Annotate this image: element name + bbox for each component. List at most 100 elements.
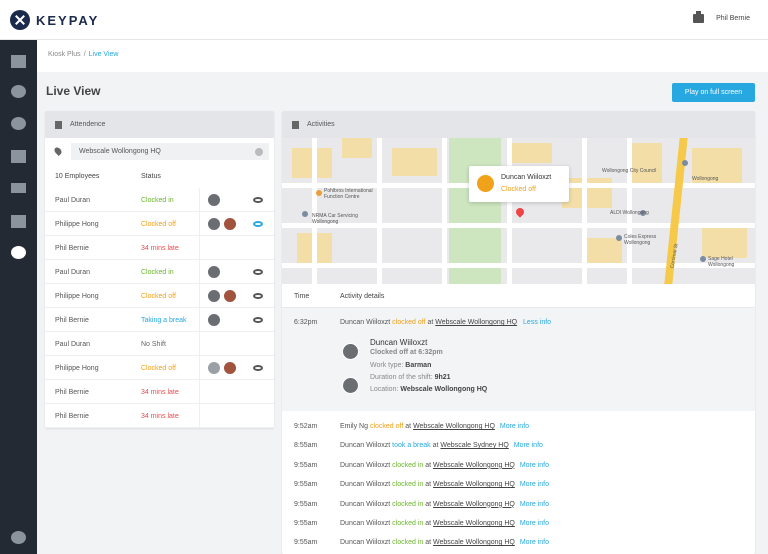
play-fullscreen-button[interactable]: Play on full screen: [672, 83, 755, 102]
activity-action: clocked off: [392, 319, 426, 326]
activity-location-link[interactable]: Webscale Wollongong HQ: [413, 423, 495, 430]
activity-time: 9:55am: [294, 539, 318, 547]
activity-time: 9:52am: [294, 423, 318, 430]
map-label-sage-hotel: Sage Hotel Wollongong: [708, 256, 735, 268]
location-search-input[interactable]: Webscale Wollongong HQ: [71, 143, 269, 160]
employee-name: Paul Duran: [55, 197, 91, 204]
activities-panel: Activities Pohlbros International Functi…: [282, 111, 755, 554]
location-label: Location:: [370, 386, 399, 393]
avatar: [207, 313, 221, 327]
table-row[interactable]: Paul Duran Clocked in: [45, 260, 274, 284]
more-info-link[interactable]: More info: [514, 442, 543, 449]
info-icon[interactable]: [11, 246, 26, 259]
employee-name: Paul Duran: [55, 269, 91, 276]
status-badge: 34 mins late: [141, 413, 179, 420]
more-info-link[interactable]: More info: [520, 462, 549, 469]
popup-status: Clocked off: [501, 186, 536, 193]
activity-time: 9:55am: [294, 500, 318, 508]
activity-location-link[interactable]: Webscale Wollongong HQ: [435, 319, 517, 326]
hotel-pin-icon: [700, 256, 706, 262]
avatar: [207, 217, 221, 231]
table-row[interactable]: Phil Bernie 34 mins late: [45, 380, 274, 404]
eye-icon[interactable]: [253, 269, 263, 275]
table-row[interactable]: Phil Bernie 34 mins late: [45, 404, 274, 428]
more-info-link[interactable]: More info: [520, 501, 549, 508]
logo[interactable]: KEYPAY: [10, 10, 99, 30]
venue-pin-icon: [316, 190, 322, 196]
map-label-coles: Coles Express Wollongong: [624, 234, 657, 246]
plane-icon[interactable]: [11, 183, 26, 193]
home-icon[interactable]: [11, 55, 26, 68]
employee-name: Phil Bernie: [55, 413, 89, 420]
activity-location-link[interactable]: Webscale Wollongong HQ: [433, 539, 515, 546]
eye-icon[interactable]: [253, 197, 263, 203]
work-type-value: Barman: [405, 362, 432, 369]
user-icon[interactable]: [11, 85, 26, 98]
duration-label: Duration of the shift:: [370, 374, 433, 381]
table-row[interactable]: Philippe Hong Clocked off: [45, 356, 274, 380]
more-info-link[interactable]: More info: [520, 481, 549, 488]
avatar: [223, 217, 237, 231]
time-header: Time: [294, 293, 310, 300]
activity-at: at: [405, 423, 412, 430]
eye-icon[interactable]: [253, 221, 263, 227]
activity-location-link[interactable]: Webscale Wollongong HQ: [433, 481, 515, 488]
activity-at: at: [425, 481, 432, 489]
table-row[interactable]: Philippe Hong Clocked off: [45, 284, 274, 308]
activity-location-link[interactable]: Webscale Wollongong HQ: [433, 520, 515, 527]
printer-icon[interactable]: [693, 11, 705, 23]
employee-name: Phil Bernie: [55, 389, 89, 396]
table-row[interactable]: Phil Bernie 34 mins late: [45, 236, 274, 260]
map-popup[interactable]: Duncan Wiiloxzt Clocked off: [469, 166, 569, 202]
user-menu[interactable]: Phil Bernie: [716, 15, 750, 22]
employee-name: Philippe Hong: [55, 293, 99, 300]
table-row[interactable]: Phil Bernie Taking a break: [45, 308, 274, 332]
activity-time: 6:32pm: [294, 319, 318, 326]
eye-icon[interactable]: [253, 365, 263, 371]
calendar-icon[interactable]: [11, 215, 26, 228]
activity-location-link[interactable]: Webscale Sydney HQ: [440, 442, 508, 449]
table-row[interactable]: Paul Duran No Shift: [45, 332, 274, 356]
activity-at: at: [425, 461, 432, 469]
sidebar: [0, 40, 37, 554]
activity-table-header: Time Activity details: [282, 284, 755, 308]
activity-row: 9:55am Duncan Wiiloxzt clocked in at Webs…: [282, 462, 755, 481]
avatar: [223, 361, 237, 375]
status-badge: No Shift: [141, 341, 166, 348]
folder-icon[interactable]: [11, 150, 26, 163]
breadcrumb-parent[interactable]: Kiosk Plus: [48, 51, 81, 58]
logo-text: KEYPAY: [36, 12, 100, 28]
activity-person: Duncan Wiiloxzt: [340, 500, 391, 508]
location-marker-icon[interactable]: [514, 206, 526, 218]
less-info-link[interactable]: Less info: [523, 319, 551, 326]
activities-header: Activities: [282, 111, 755, 138]
activity-location-link[interactable]: Webscale Wollongong HQ: [433, 462, 515, 469]
clock-icon: [477, 175, 494, 192]
more-info-link[interactable]: More info: [520, 520, 549, 527]
car-service-pin-icon: [302, 211, 308, 217]
eye-icon[interactable]: [253, 317, 263, 323]
employee-name: Philippe Hong: [55, 365, 99, 372]
table-row[interactable]: Philippe Hong Clocked off: [45, 212, 274, 236]
more-info-link[interactable]: More info: [500, 423, 529, 430]
help-icon[interactable]: [11, 531, 26, 544]
document-icon: [55, 120, 62, 129]
activity-row: 9:55am Duncan Wiiloxzt clocked in at Webs…: [282, 481, 755, 500]
employee-name: Phil Bernie: [55, 245, 89, 252]
status-header: Status: [141, 173, 161, 180]
status-badge: Clocked off: [141, 221, 176, 228]
detail-status: Clocked off at 6:32pm: [370, 349, 443, 356]
header-strip: [37, 40, 768, 72]
activity-person: Duncan Wiiloxzt: [340, 520, 391, 527]
money-icon[interactable]: [11, 117, 26, 130]
table-row[interactable]: Paul Duran Clocked in: [45, 188, 274, 212]
activity-location-link[interactable]: Webscale Wollongong HQ: [433, 501, 515, 508]
map[interactable]: Pohlbros International Function Centre N…: [282, 138, 755, 284]
employee-name: Phil Bernie: [55, 317, 89, 324]
detail-name: Duncan Wiiloxzt: [370, 338, 428, 347]
eye-icon[interactable]: [253, 293, 263, 299]
breadcrumb: Kiosk Plus / Live View: [48, 51, 118, 58]
clear-icon[interactable]: [255, 148, 263, 156]
more-info-link[interactable]: More info: [520, 539, 549, 546]
avatar: [342, 377, 359, 394]
